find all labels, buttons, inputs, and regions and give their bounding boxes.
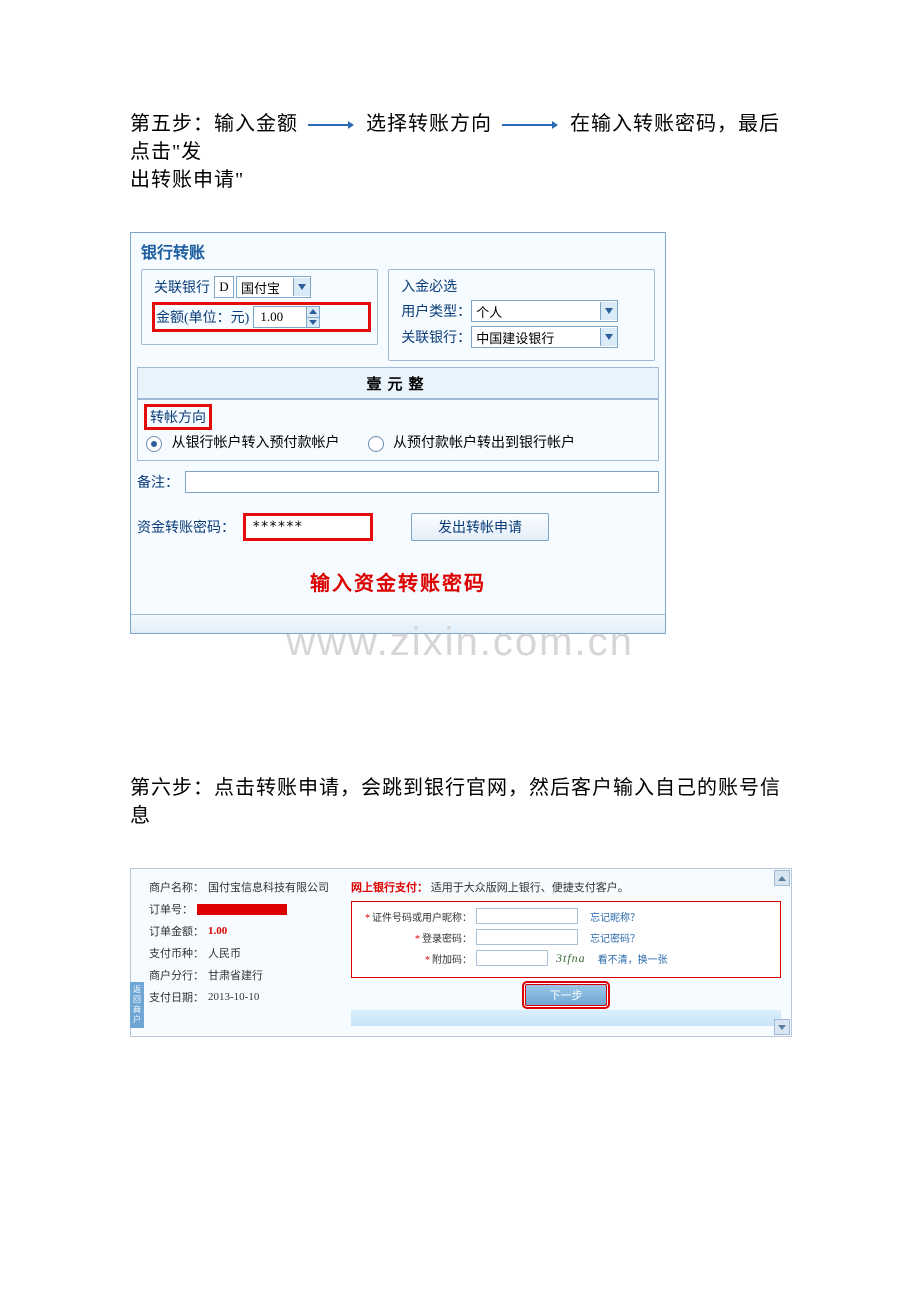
radio-icon: [368, 436, 384, 452]
direction-radio-in[interactable]: 从银行帐户转入预付款帐户: [146, 432, 340, 452]
spin-down-icon[interactable]: [307, 317, 319, 328]
id-input[interactable]: [476, 908, 578, 924]
step6-instruction: 第六步：点击转账申请，会跳到银行官网，然后客户输入自己的账号信息: [130, 774, 790, 830]
captcha-input[interactable]: [476, 950, 548, 966]
submit-label: 发出转帐申请: [438, 517, 522, 537]
dialog-title: 银行转账: [131, 233, 665, 265]
deposit-fieldset: 入金必选 用户类型： 个人 关联银行： 中国建设银行: [388, 269, 655, 361]
submit-button[interactable]: 发出转帐申请: [411, 513, 549, 541]
payment-panel: 网上银行支付： 适用于大众版网上银行、便捷支付客户。 *证件号码或用户昵称： 忘…: [347, 869, 791, 1036]
amount-value: 1.00: [254, 307, 306, 327]
arrow-icon: [308, 120, 354, 130]
chevron-down-icon[interactable]: [600, 328, 617, 346]
arrow-icon: [502, 120, 558, 130]
pay-subtitle: 适用于大众版网上银行、便捷支付客户。: [431, 882, 629, 894]
scroll-up-icon[interactable]: [774, 870, 790, 886]
pay-title: 网上银行支付：: [351, 882, 428, 894]
order-amount-value: 1.00: [208, 925, 227, 937]
pwd-label: 资金转账密码：: [137, 517, 235, 537]
merchant-value: 国付宝信息科技有限公司: [208, 879, 329, 895]
direction-group: 转帐方向 从银行帐户转入预付款帐户 从预付款帐户转出到银行帐户: [137, 399, 659, 461]
chevron-down-icon[interactable]: [293, 278, 310, 296]
forgot-password-link[interactable]: 忘记密码？: [590, 930, 640, 945]
branch-label: 商户分行：: [149, 967, 204, 983]
remark-label: 备注：: [137, 472, 179, 492]
assoc-bank-dropdown[interactable]: 国付宝: [236, 276, 311, 298]
merchant-label: 商户名称：: [149, 879, 204, 895]
bank-transfer-dialog: 银行转账 关联银行 D 国付宝 金额(单位：元): [130, 232, 666, 634]
scroll-down-icon[interactable]: [774, 1019, 790, 1035]
deposit-bank-label: 关联银行：: [401, 327, 471, 347]
captcha-image: 3tfna: [556, 951, 586, 966]
date-label: 支付日期：: [149, 989, 204, 1005]
assoc-bank-code[interactable]: D: [214, 276, 234, 298]
step5-text-a: 第五步：输入金额: [130, 113, 298, 135]
left-fieldset: 关联银行 D 国付宝 金额(单位：元) 1.00: [141, 269, 378, 345]
step5-text-b: 选择转账方向: [366, 113, 492, 135]
date-value: 2013-10-10: [208, 991, 259, 1003]
amount-label: 金额(单位：元): [156, 307, 249, 327]
bank-website-screenshot: 返回商户 商户名称： 国付宝信息科技有限公司 订单号： 订单金额： 1.00 支…: [130, 868, 792, 1037]
password-hint: 输入资金转账密码: [131, 553, 665, 614]
order-info-panel: 商户名称： 国付宝信息科技有限公司 订单号： 订单金额： 1.00 支付币种： …: [131, 869, 347, 1036]
amount-label: 订单金额：: [149, 923, 204, 939]
user-type-label: 用户类型：: [401, 301, 471, 321]
order-label: 订单号：: [149, 901, 193, 917]
captcha-label: *附加码：: [362, 951, 472, 966]
deposit-legend: 入金必选: [401, 276, 646, 296]
login-pwd-label: *登录密码：: [362, 930, 472, 945]
user-type-value: 个人: [472, 302, 600, 321]
direction-opt2-label: 从预付款帐户转出到银行帐户: [393, 436, 575, 451]
user-type-dropdown[interactable]: 个人: [471, 300, 618, 322]
pwd-input[interactable]: ******: [245, 515, 371, 539]
amount-spinner[interactable]: 1.00: [253, 306, 320, 328]
return-merchant-tab[interactable]: 返回商户: [130, 982, 144, 1028]
order-number-redacted: [197, 904, 287, 915]
branch-value: 甘肃省建行: [208, 967, 263, 983]
refresh-captcha-link[interactable]: 看不清，换一张: [598, 951, 668, 966]
deposit-bank-dropdown[interactable]: 中国建设银行: [471, 326, 618, 348]
amount-chinese: 壹元整: [137, 367, 659, 399]
direction-radio-out[interactable]: 从预付款帐户转出到银行帐户: [368, 432, 576, 452]
step5-text-line2: 出转账申请": [130, 169, 244, 191]
step5-instruction: 第五步：输入金额 选择转账方向 在输入转账密码，最后点击"发 出转账申请": [130, 110, 790, 194]
remark-input[interactable]: [185, 471, 659, 493]
currency-value: 人民币: [208, 945, 241, 961]
next-label: 下一步: [550, 987, 583, 1003]
deposit-bank-value: 中国建设银行: [472, 328, 600, 347]
assoc-bank-value: 国付宝: [237, 278, 293, 297]
login-pwd-input[interactable]: [476, 929, 578, 945]
direction-title: 转帐方向: [146, 406, 210, 428]
radio-icon: [146, 436, 162, 452]
next-step-button[interactable]: 下一步: [525, 984, 607, 1006]
dialog-footer: [131, 614, 665, 633]
login-form: *证件号码或用户昵称： 忘记昵称？ *登录密码： 忘记密码？ *附加码： 3tf…: [351, 901, 781, 978]
pwd-value: ******: [252, 519, 303, 535]
spin-up-icon[interactable]: [307, 307, 319, 317]
direction-opt1-label: 从银行帐户转入预付款帐户: [172, 436, 340, 451]
chevron-down-icon[interactable]: [600, 302, 617, 320]
assoc-bank-label: 关联银行: [154, 277, 214, 297]
currency-label: 支付币种：: [149, 945, 204, 961]
pay-bottom-bar: [351, 1010, 781, 1026]
forgot-nickname-link[interactable]: 忘记昵称？: [590, 909, 640, 924]
id-label: *证件号码或用户昵称：: [362, 909, 472, 924]
